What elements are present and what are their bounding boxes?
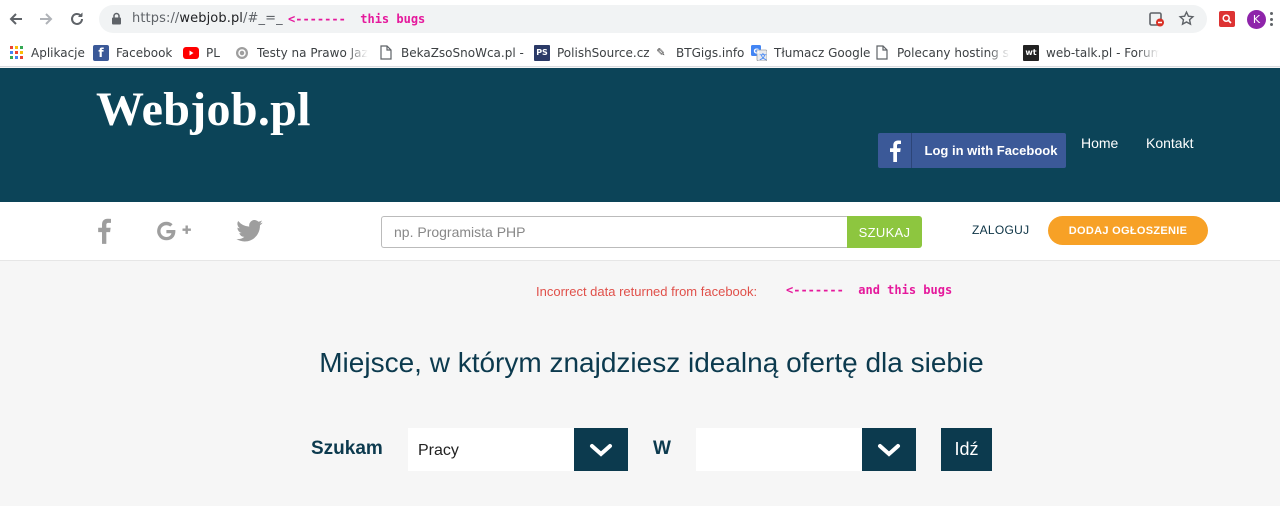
chevron-down-icon[interactable] <box>574 428 628 471</box>
youtube-icon <box>183 45 199 61</box>
bookmark-bekazso[interactable]: BekaZsoSnoWca.pl - <box>378 44 524 61</box>
login-link[interactable]: ZALOGUJ <box>972 223 1029 237</box>
page-icon <box>874 45 890 61</box>
translate-icon: G文 <box>751 44 768 61</box>
nav-home-link[interactable]: Home <box>1081 135 1118 151</box>
bookmark-pl[interactable]: PL <box>183 44 220 61</box>
bookmark-hosting[interactable]: Polecany hosting stro <box>874 44 1010 61</box>
page-headline: Miejsce, w którym znajdziesz idealną ofe… <box>319 347 984 378</box>
bug-annotation-error: <------- and this bugs <box>786 283 953 297</box>
facebook-login-button[interactable]: Log in with Facebook <box>878 133 1066 168</box>
btgigs-icon: ✎ <box>656 46 666 59</box>
facebook-icon <box>878 133 912 168</box>
location-select[interactable] <box>696 428 916 471</box>
bookmark-facebook[interactable]: f Facebook <box>93 44 172 61</box>
twitter-icon[interactable] <box>235 218 263 244</box>
bookmarks-bar: Aplikacje f Facebook PL Testy na Prawo J… <box>0 38 1280 67</box>
nav-kontakt-link[interactable]: Kontakt <box>1146 135 1193 151</box>
site-logo[interactable]: Webjob.pl <box>96 82 311 137</box>
bookmark-btgigs[interactable]: ✎ BTGigs.info <box>653 44 744 61</box>
bug-annotation-url: <------- this bugs <box>288 12 426 26</box>
facebook-login-label: Log in with Facebook <box>924 143 1058 158</box>
menu-kebab-icon[interactable] <box>1270 12 1273 26</box>
job-search-input[interactable] <box>381 216 848 248</box>
profile-avatar[interactable]: K <box>1247 10 1266 29</box>
ps-icon: PS <box>534 44 550 61</box>
lock-icon <box>111 12 122 30</box>
bookmark-webtalk[interactable]: wt web-talk.pl - Forum w <box>1023 44 1159 61</box>
location-select-value <box>696 428 862 471</box>
apps-grid-icon <box>8 45 24 61</box>
bookmark-translate[interactable]: G文 Tłumacz Google <box>751 44 870 61</box>
type-select[interactable]: Pracy <box>408 428 628 471</box>
forward-arrow-icon[interactable] <box>35 8 57 30</box>
bookmark-apps[interactable]: Aplikacje <box>8 44 85 61</box>
wt-icon: wt <box>1023 44 1039 61</box>
globe-icon <box>234 45 250 61</box>
facebook-error-message: Incorrect data returned from facebook: <box>536 284 758 299</box>
extension-search-icon[interactable] <box>1219 11 1235 27</box>
browser-toolbar: https://webjob.pl/#_=_ <------- this bug… <box>0 0 1280 38</box>
search-button[interactable]: SZUKAJ <box>847 216 922 248</box>
svg-text:文: 文 <box>760 52 768 61</box>
go-button[interactable]: Idź <box>941 428 992 471</box>
bookmark-star-icon[interactable] <box>1178 10 1195 32</box>
back-arrow-icon[interactable] <box>5 8 27 30</box>
chevron-down-icon[interactable] <box>862 428 916 471</box>
blocked-popup-icon[interactable] <box>1148 11 1164 32</box>
search-label: Szukam <box>311 438 383 459</box>
reload-icon[interactable] <box>66 8 88 30</box>
google-plus-icon[interactable] <box>154 218 196 244</box>
bookmark-testy[interactable]: Testy na Prawo Jazdy <box>234 44 368 61</box>
type-select-value: Pracy <box>418 442 459 459</box>
facebook-social-icon[interactable] <box>92 218 116 244</box>
location-label: W <box>653 438 671 459</box>
add-offer-button[interactable]: DODAJ OGŁOSZENIE <box>1048 216 1208 245</box>
page-icon <box>378 45 394 61</box>
url-text[interactable]: https://webjob.pl/#_=_ <box>132 11 283 26</box>
bookmark-polishsource[interactable]: PS PolishSource.cz <box>534 44 650 61</box>
facebook-icon: f <box>93 44 109 61</box>
